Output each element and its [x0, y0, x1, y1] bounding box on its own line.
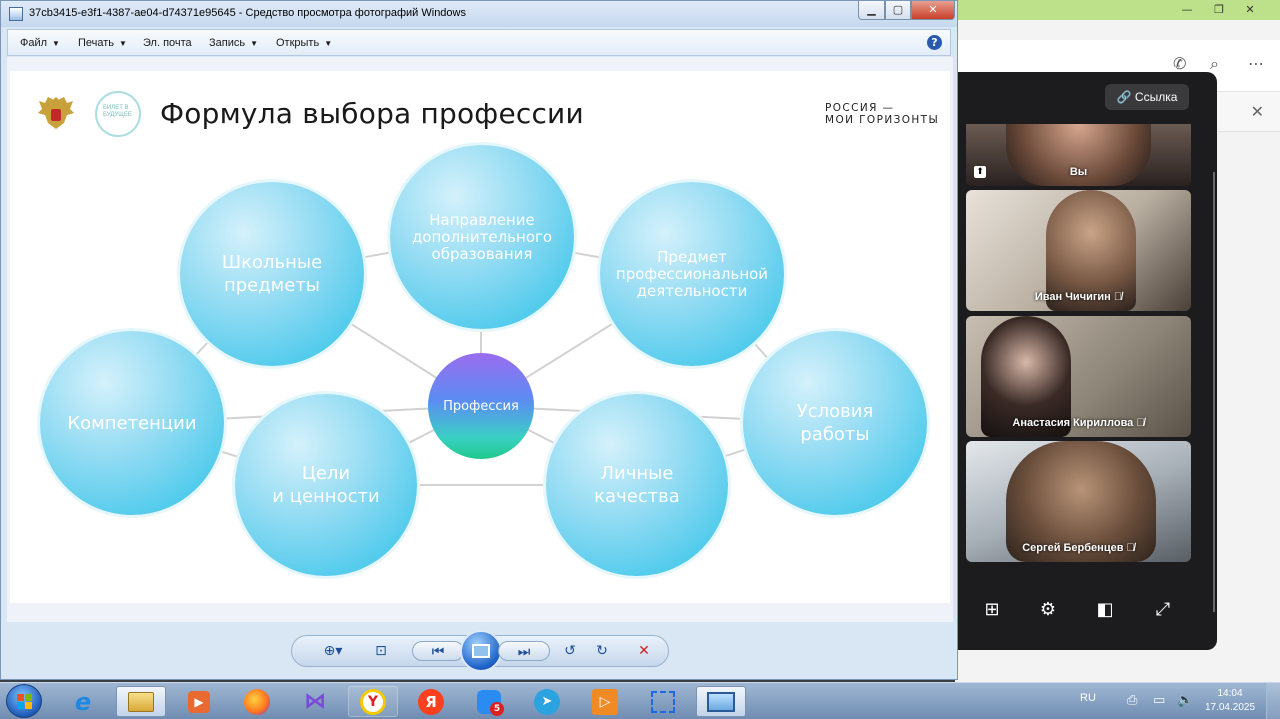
bubble-school-subjects: Школьные предметы: [180, 182, 364, 366]
media-player-icon[interactable]: ▶: [174, 686, 224, 717]
presentation-app-icon[interactable]: ▷: [580, 686, 630, 717]
bubble-profession: Профессия: [428, 353, 534, 459]
participant-tile[interactable]: Анастасия Кириллова 🎙̸: [966, 316, 1191, 437]
zoom-icon[interactable]: ⊕▾: [316, 641, 350, 661]
participant-tile[interactable]: Иван Чичигин 🎙̸: [966, 190, 1191, 311]
participant-tile[interactable]: Сергей Бербенцев 🎙̸: [966, 441, 1191, 562]
bubble-professional-activity: Предмет профессиональной деятельности: [600, 182, 784, 366]
bubble-work-conditions: Условия работы: [743, 331, 927, 515]
language-indicator[interactable]: RU: [1080, 692, 1096, 704]
bg-minimize-button[interactable]: —: [1176, 2, 1198, 17]
copy-link-button[interactable]: 🔗 Ссылка: [1105, 84, 1189, 110]
show-desktop-button[interactable]: [1266, 683, 1280, 719]
minimize-button[interactable]: ▁: [858, 1, 885, 20]
yandex-icon[interactable]: Я: [406, 686, 456, 717]
layout-icon[interactable]: ◧: [1091, 596, 1119, 624]
participant-name: Вы: [1069, 166, 1088, 178]
chevron-down-icon: ▼: [52, 39, 60, 48]
close-button[interactable]: ✕: [911, 1, 955, 20]
rotate-left-icon[interactable]: ↺: [558, 641, 582, 661]
windows-logo-icon: [17, 694, 32, 709]
slide-image: БИЛЕТ В БУДУЩЕЕ Формула выбора профессии…: [10, 71, 950, 603]
menu-open[interactable]: Открыть ▼: [276, 37, 332, 49]
network-icon[interactable]: ▭: [1153, 693, 1165, 708]
clock[interactable]: 14:04 17.04.2025: [1200, 687, 1260, 715]
chat-app-icon[interactable]: 5: [464, 686, 514, 717]
bubble-competencies: Компетенции: [40, 331, 224, 515]
slide-title: Формула выбора профессии: [160, 97, 584, 130]
menu-burn[interactable]: Запись ▼: [209, 37, 258, 49]
bg-close-button[interactable]: ✕: [1239, 2, 1261, 17]
fullscreen-icon[interactable]: ⤢: [1149, 596, 1177, 624]
participant-name: Сергей Бербенцев 🎙̸: [1022, 542, 1135, 554]
mic-off-icon: 🎙̸: [1126, 542, 1135, 554]
bubble-goals-values: Цели и ценности: [235, 394, 417, 576]
telegram-icon[interactable]: ➤: [522, 686, 572, 717]
device-icon[interactable]: ⎙: [1127, 693, 1137, 708]
photo-viewer-icon: [9, 7, 23, 21]
start-button[interactable]: [6, 684, 42, 718]
call-scrollbar[interactable]: [1213, 172, 1215, 612]
snipping-tool-icon[interactable]: [638, 686, 688, 717]
bg-maximize-button[interactable]: ❐: [1208, 2, 1230, 17]
bubble-personal-qualities: Личные качества: [546, 394, 728, 576]
settings-gear-icon[interactable]: ⚙: [1034, 596, 1062, 624]
coat-of-arms-icon: [38, 97, 74, 129]
maximize-button[interactable]: ▢: [885, 1, 911, 20]
file-explorer-icon[interactable]: [116, 686, 166, 717]
window-title: 37cb3415-e3f1-4387-ae04-d74371e95645 - С…: [29, 7, 466, 19]
participant-name: Анастасия Кириллова 🎙̸: [1012, 417, 1145, 429]
previous-button[interactable]: ⏮: [412, 641, 464, 661]
photo-viewer-taskbar-icon[interactable]: [696, 686, 746, 717]
chevron-down-icon: ▼: [119, 39, 127, 48]
phone-icon[interactable]: ✆: [1173, 54, 1186, 73]
copy-link-label: Ссылка: [1134, 90, 1178, 104]
notification-badge: 5: [490, 702, 504, 716]
mic-off-icon: 🎙̸: [1136, 417, 1145, 429]
close-icon[interactable]: ✕: [1251, 102, 1264, 121]
slideshow-button[interactable]: [460, 630, 502, 672]
photo-viewer-window: 37cb3415-e3f1-4387-ae04-d74371e95645 - С…: [0, 0, 958, 680]
link-icon: 🔗: [1116, 90, 1132, 104]
volume-icon[interactable]: 🔈: [1177, 693, 1193, 708]
search-icon[interactable]: ⌕: [1210, 54, 1219, 74]
ticket-to-future-logo: БИЛЕТ В БУДУЩЕЕ: [95, 91, 141, 137]
yandex-browser-icon[interactable]: Y: [348, 686, 398, 717]
system-tray: RU ⎙ ▭ 🔈 14:04 17.04.2025: [1075, 683, 1280, 719]
video-call-panel: 🔗 Ссылка ⬆ Вы Иван Чичигин 🎙̸ Анастасия …: [955, 72, 1217, 650]
chevron-down-icon: ▼: [250, 39, 259, 48]
windows-taskbar: e ▶ ⋈ Y Я 5 ➤ ▷ RU ⎙ ▭ 🔈 14:04 17.04.202…: [0, 682, 1280, 719]
viewer-titlebar: 37cb3415-e3f1-4387-ae04-d74371e95645 - С…: [1, 1, 957, 27]
viewer-control-bar: ⊕▾ ⊡ ⏮ ⏭ ↺ ↻ ✕: [291, 630, 669, 672]
menu-file[interactable]: Файл ▼: [20, 37, 60, 49]
menu-email[interactable]: Эл. почта: [143, 37, 192, 49]
rotate-right-icon[interactable]: ↻: [590, 641, 614, 661]
image-canvas: БИЛЕТ В БУДУЩЕЕ Формула выбора профессии…: [7, 57, 953, 622]
call-controls: ⊞ ⚙ ◧ ⤢: [966, 592, 1191, 628]
bubble-additional-education: Направление дополнительного образования: [390, 145, 574, 329]
brand-logo-text: РОССИЯ — МОИ ГОРИЗОНТЫ: [825, 102, 940, 126]
internet-explorer-icon[interactable]: e: [58, 686, 108, 717]
slideshow-icon: [472, 644, 490, 658]
background-titlebar: — ❐ ✕: [955, 0, 1280, 20]
participant-tile-self[interactable]: ⬆ Вы: [966, 124, 1191, 186]
next-button[interactable]: ⏭: [498, 641, 550, 661]
chevron-down-icon: ▼: [324, 39, 333, 48]
more-icon[interactable]: ⋯: [1248, 54, 1264, 73]
viewer-menubar: Файл ▼ Печать ▼ Эл. почта Запись ▼ Открыть ▼…: [7, 29, 951, 56]
actual-size-icon[interactable]: ⊡: [368, 641, 394, 661]
participant-name: Иван Чичигин 🎙̸: [1034, 291, 1123, 303]
menu-print[interactable]: Печать ▼: [78, 37, 127, 49]
help-icon[interactable]: ?: [927, 35, 942, 50]
firefox-icon[interactable]: [232, 686, 282, 717]
mic-off-icon: 🎙̸: [1113, 291, 1123, 303]
grid-view-icon[interactable]: ⊞: [978, 596, 1006, 624]
delete-icon[interactable]: ✕: [632, 641, 656, 661]
messenger-icon[interactable]: ⋈: [290, 686, 340, 717]
